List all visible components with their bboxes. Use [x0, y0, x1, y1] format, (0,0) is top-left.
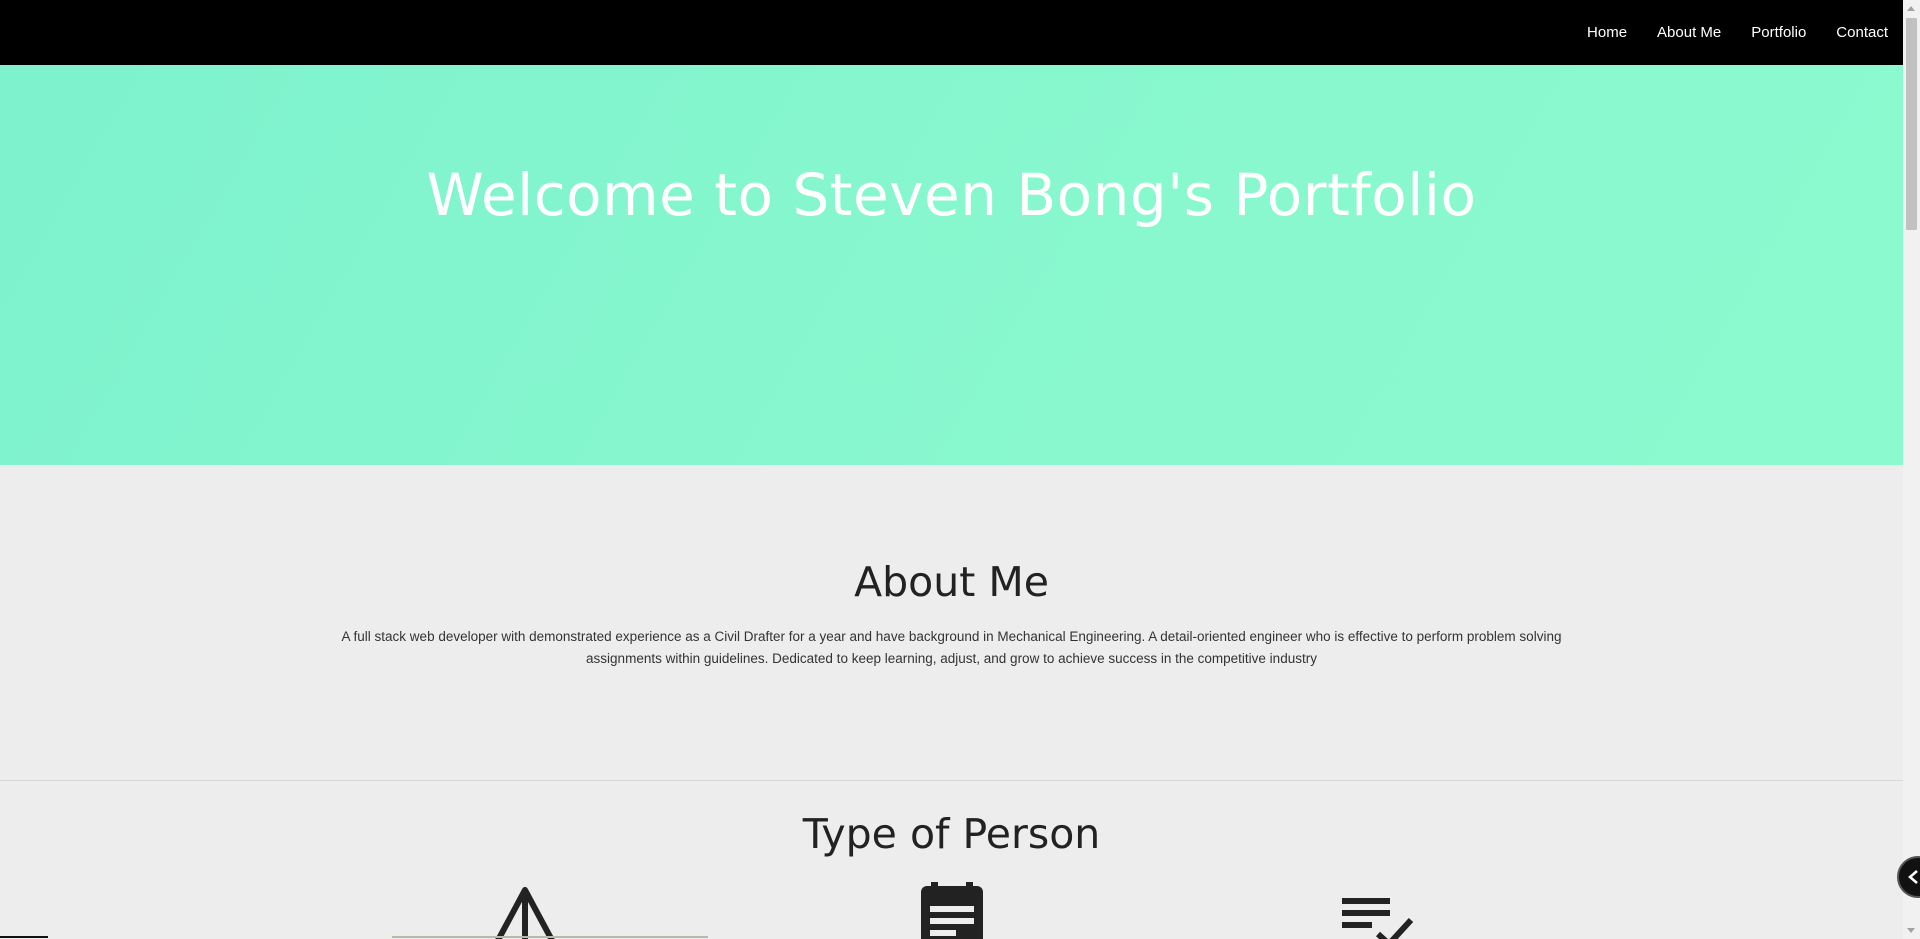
checklist-icon [1334, 878, 1424, 939]
chevron-left-icon [1908, 870, 1918, 884]
calendar-note-icon [907, 878, 997, 939]
hero-title: Welcome to Steven Bong's Portfolio [426, 161, 1477, 229]
page: Home About Me Portfolio Contact Welcome … [0, 0, 1920, 939]
about-title: About Me [854, 558, 1049, 606]
about-description: A full stack web developer with demonstr… [341, 629, 1562, 666]
scroll-up-icon[interactable] [1907, 6, 1915, 11]
nav-contact-link[interactable]: Contact [1836, 24, 1888, 41]
arrow-up-icon [480, 878, 570, 939]
nav-home-link[interactable]: Home [1587, 24, 1627, 41]
type-of-person-title: Type of Person [802, 810, 1101, 858]
scroll-down-icon[interactable] [1907, 928, 1915, 933]
page-content: Home About Me Portfolio Contact Welcome … [0, 0, 1903, 939]
nav-about-link[interactable]: About Me [1657, 24, 1721, 41]
top-navbar: Home About Me Portfolio Contact [0, 0, 1903, 65]
about-section: About Me A full stack web developer with… [0, 465, 1903, 780]
scrollbar-thumb[interactable] [1906, 18, 1917, 230]
nav-links: Home About Me Portfolio Contact [1557, 0, 1888, 65]
hero-banner: Welcome to Steven Bong's Portfolio [0, 65, 1903, 465]
vertical-scrollbar[interactable] [1903, 0, 1920, 939]
section-divider [0, 780, 1903, 781]
nav-portfolio-link[interactable]: Portfolio [1751, 24, 1806, 41]
